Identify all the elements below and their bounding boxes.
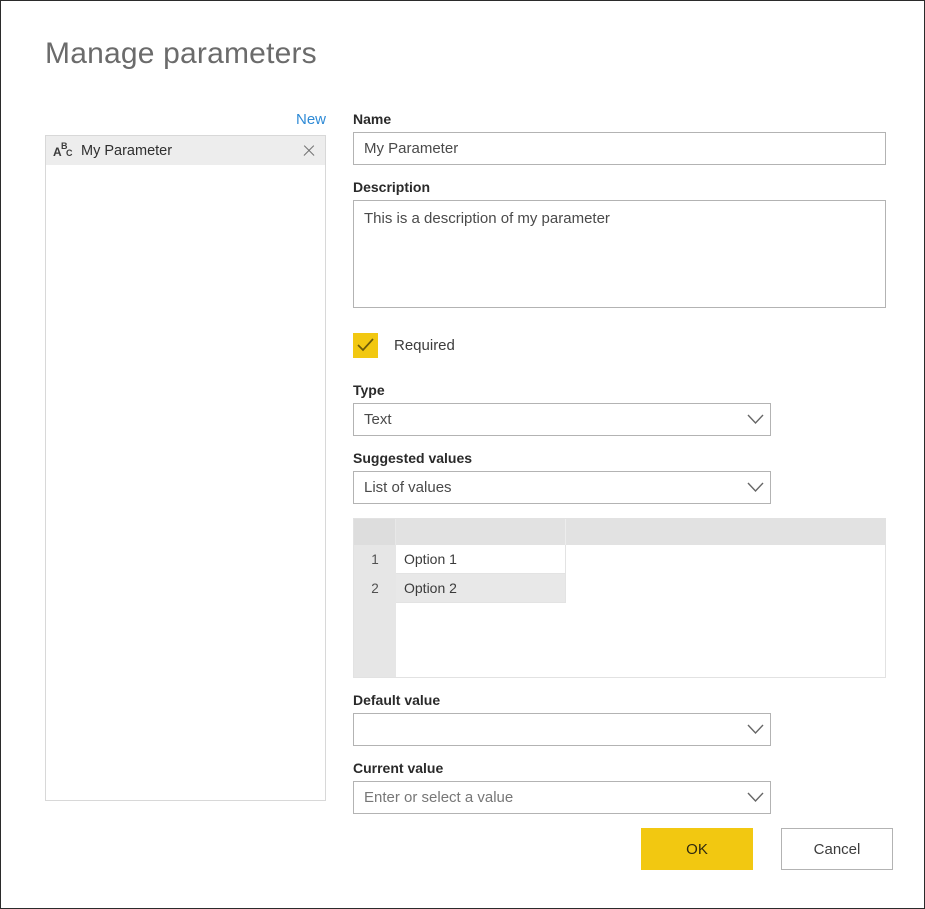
- table-row[interactable]: Option 2: [396, 574, 885, 603]
- description-input[interactable]: [353, 200, 886, 308]
- values-grid-header-column-1[interactable]: [396, 519, 566, 545]
- values-grid-header-empty: [566, 519, 885, 545]
- value-cell[interactable]: Option 1: [396, 545, 566, 574]
- description-field-group: Description: [353, 179, 886, 313]
- value-cell[interactable]: Option 2: [396, 574, 566, 603]
- suggested-values-label: Suggested values: [353, 450, 473, 466]
- suggested-values-dropdown-value: List of values: [364, 479, 452, 496]
- close-icon[interactable]: [301, 143, 317, 159]
- parameter-list: A B C My Parameter: [45, 135, 326, 801]
- current-value-label: Current value: [353, 760, 444, 776]
- name-field-group: Name: [353, 111, 886, 165]
- values-grid-cells: Option 1 Option 2: [396, 545, 885, 677]
- name-label: Name: [353, 111, 392, 127]
- list-item-label: My Parameter: [81, 142, 173, 159]
- values-grid-row-numbers: 1 2: [354, 545, 396, 677]
- row-number: 1: [371, 552, 379, 567]
- type-label: Type: [353, 382, 385, 398]
- default-value-dropdown[interactable]: [353, 713, 771, 746]
- name-input[interactable]: [353, 132, 886, 165]
- values-grid-body: 1 2 Option 1 Option 2: [354, 545, 885, 677]
- page-title: Manage parameters: [45, 37, 317, 70]
- check-icon: [357, 338, 374, 352]
- current-value-field-group: Current value Enter or select a value: [353, 760, 886, 814]
- cancel-button[interactable]: Cancel: [781, 828, 893, 870]
- ok-button[interactable]: OK: [641, 828, 753, 870]
- list-item[interactable]: A B C My Parameter: [46, 136, 325, 165]
- required-checkbox-row[interactable]: Required: [353, 333, 455, 358]
- values-grid: 1 2 Option 1 Option 2: [353, 518, 886, 678]
- chevron-down-icon: [740, 482, 770, 493]
- default-value-field-group: Default value: [353, 692, 886, 746]
- description-label: Description: [353, 179, 431, 195]
- type-dropdown[interactable]: Text: [353, 403, 771, 436]
- values-grid-header-gutter: [354, 519, 396, 545]
- current-value-dropdown-value: Enter or select a value: [364, 789, 514, 806]
- value-cell-filler: [566, 545, 885, 574]
- abc-icon-letter-c: C: [66, 147, 73, 158]
- suggested-values-dropdown[interactable]: List of values: [353, 471, 771, 504]
- parameter-form: Name Description Required Type Text: [353, 111, 886, 828]
- dialog-footer: OK Cancel: [641, 828, 893, 870]
- type-field-group: Type Text: [353, 382, 886, 436]
- default-value-label: Default value: [353, 692, 441, 708]
- chevron-down-icon: [740, 724, 770, 735]
- manage-parameters-dialog: Manage parameters New A B C My Parameter…: [0, 0, 925, 909]
- parameters-panel: New A B C My Parameter: [45, 111, 326, 801]
- current-value-dropdown[interactable]: Enter or select a value: [353, 781, 771, 814]
- values-grid-header: [354, 519, 885, 545]
- chevron-down-icon: [740, 414, 770, 425]
- abc-text-type-icon: A B C: [53, 141, 76, 160]
- table-row[interactable]: Option 1: [396, 545, 885, 574]
- chevron-down-icon: [740, 792, 770, 803]
- suggested-values-field-group: Suggested values List of values: [353, 450, 886, 504]
- value-cell-filler: [566, 574, 885, 603]
- required-label: Required: [394, 337, 455, 354]
- new-parameter-link[interactable]: New: [296, 111, 326, 128]
- row-number: 2: [371, 581, 379, 596]
- required-checkbox[interactable]: [353, 333, 378, 358]
- type-dropdown-value: Text: [364, 411, 392, 428]
